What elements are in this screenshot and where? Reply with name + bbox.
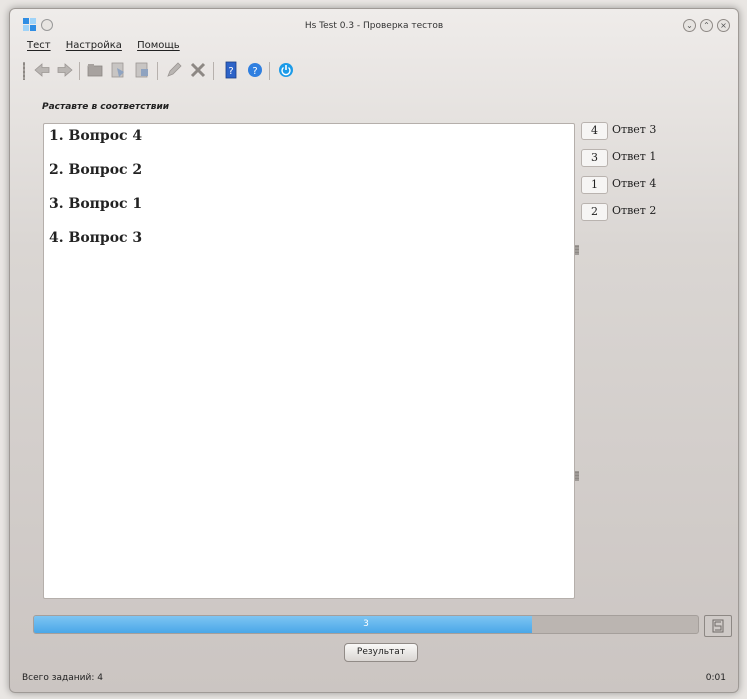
svg-text:?: ?: [228, 66, 233, 77]
answer-number-input[interactable]: 3: [581, 149, 608, 167]
answer-number-input[interactable]: 2: [581, 203, 608, 221]
toolbar-separator: [213, 62, 214, 80]
timer-icon[interactable]: [704, 615, 732, 637]
result-button[interactable]: Результат: [344, 643, 418, 662]
menu-bar: Тест Настройка Помощь: [27, 40, 192, 56]
question-item: 3. Вопрос 1: [49, 196, 143, 212]
question-item: 2. Вопрос 2: [49, 162, 143, 178]
question-item: 4. Вопрос 3: [49, 230, 143, 246]
quit-icon[interactable]: [276, 60, 296, 80]
answer-label: Ответ 3: [612, 123, 657, 136]
toolbar-handle[interactable]: [23, 62, 25, 80]
splitter-handle[interactable]: [575, 471, 579, 481]
forward-icon[interactable]: [55, 60, 75, 80]
menu-test[interactable]: Тест: [27, 40, 51, 51]
answer-label: Ответ 1: [612, 150, 657, 163]
status-timer: 0:01: [705, 673, 726, 683]
svg-text:?: ?: [252, 66, 257, 77]
status-total: Всего заданий: 4: [22, 673, 103, 683]
answer-row: 1 Ответ 4: [581, 176, 701, 194]
answer-number-input[interactable]: 1: [581, 176, 608, 194]
close-icon[interactable]: ×: [717, 19, 730, 32]
book-icon[interactable]: ?: [221, 60, 241, 80]
minimize-icon[interactable]: ⌄: [683, 19, 696, 32]
window-title: Hs Test 0.3 - Проверка тестов: [304, 21, 444, 31]
toolbar-separator: [79, 62, 80, 80]
answer-label: Ответ 2: [612, 204, 657, 217]
tools-icon[interactable]: [188, 60, 208, 80]
answer-row: 2 Ответ 2: [581, 203, 701, 221]
splitter-handle[interactable]: [575, 245, 579, 255]
main-window: Hs Test 0.3 - Проверка тестов ⌄ ⌃ × Тест…: [9, 8, 739, 693]
progress-bar: 3: [33, 615, 699, 634]
question-item: 1. Вопрос 4: [49, 128, 143, 144]
menu-help[interactable]: Помощь: [137, 40, 180, 51]
answer-label: Ответ 4: [612, 177, 657, 190]
questions-panel: 1. Вопрос 4 2. Вопрос 2 3. Вопрос 1 4. В…: [43, 123, 575, 599]
maximize-icon[interactable]: ⌃: [700, 19, 713, 32]
edit-icon[interactable]: [164, 60, 184, 80]
back-icon[interactable]: [32, 60, 52, 80]
toolbar-separator: [269, 62, 270, 80]
answer-row: 4 Ответ 3: [581, 122, 701, 140]
answer-number-input[interactable]: 4: [581, 122, 608, 140]
toolbar-separator: [157, 62, 158, 80]
folder-icon[interactable]: [85, 60, 105, 80]
save-icon[interactable]: [108, 60, 128, 80]
help-icon[interactable]: ?: [245, 60, 265, 80]
answer-row: 3 Ответ 1: [581, 149, 701, 167]
toolbar: ? ?: [20, 59, 340, 83]
menu-settings[interactable]: Настройка: [66, 40, 122, 51]
progress-value: 3: [363, 619, 369, 629]
title-bar[interactable]: Hs Test 0.3 - Проверка тестов ⌄ ⌃ ×: [10, 9, 738, 37]
instruction-label: Раставте в соответствии: [42, 102, 170, 112]
save-as-icon[interactable]: [132, 60, 152, 80]
